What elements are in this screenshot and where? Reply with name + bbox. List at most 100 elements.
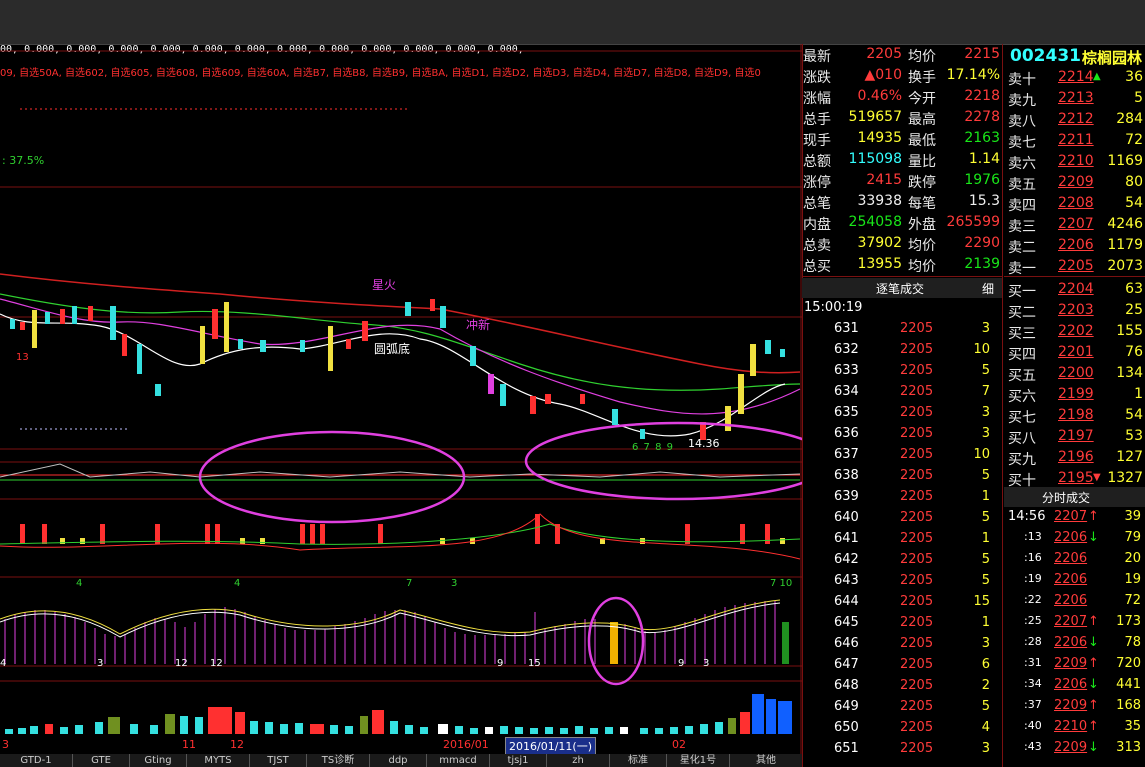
minute-price: 2210 bbox=[1054, 719, 1088, 734]
tick-index: 641 bbox=[834, 531, 859, 546]
book-level-label: 买一 bbox=[1008, 284, 1036, 300]
tick-price: 2205 bbox=[900, 405, 934, 420]
tick-volume: 1 bbox=[981, 531, 990, 546]
tab-ts-diagnosis[interactable]: TS诊断 bbox=[307, 754, 370, 767]
book-volume: 36 bbox=[1125, 69, 1143, 85]
date-label-02: 02 bbox=[672, 738, 686, 751]
bid-row[interactable]: 买七 2198 54 bbox=[1004, 407, 1145, 428]
tick-price: 2205 bbox=[900, 363, 934, 378]
tab-myts[interactable]: MYTS bbox=[187, 754, 250, 767]
book-volume: 1169 bbox=[1107, 153, 1143, 169]
tab-tjst[interactable]: TJST bbox=[250, 754, 307, 767]
ask-row[interactable]: 卖三 2207 4246 bbox=[1004, 216, 1145, 237]
tick-time: 15:00:19 bbox=[804, 300, 863, 315]
book-level-label: 卖七 bbox=[1008, 135, 1036, 151]
bid-row[interactable]: 买六 2199 1 bbox=[1004, 386, 1145, 407]
bid-row[interactable]: 买一 2204 63 bbox=[1004, 281, 1145, 302]
tab-zh[interactable]: zh bbox=[547, 754, 610, 767]
stat-value: ▲010 bbox=[864, 67, 903, 83]
minute-time: :31 bbox=[1024, 656, 1042, 669]
date-selected[interactable]: 2016/01/11(一) bbox=[505, 737, 596, 755]
book-level-label: 卖十 bbox=[1008, 72, 1036, 88]
osc-label-5: 7 10 bbox=[770, 578, 793, 589]
stat-value: 14935 bbox=[857, 130, 902, 146]
minute-direction: ↓ bbox=[1088, 635, 1099, 650]
stat-label: 涨停 bbox=[803, 175, 831, 191]
book-volume: 76 bbox=[1125, 344, 1143, 360]
stat-label: 现手 bbox=[803, 133, 831, 149]
tick-volume: 6 bbox=[981, 657, 990, 672]
stat-value: 265599 bbox=[946, 214, 1000, 230]
book-level-label: 卖四 bbox=[1008, 198, 1036, 214]
stat-value: 33938 bbox=[857, 193, 902, 209]
stat-value: 2278 bbox=[964, 109, 1000, 125]
bid-row[interactable]: 买八 2197 53 bbox=[1004, 428, 1145, 449]
tick-detail-button[interactable]: 细 bbox=[982, 280, 994, 297]
title-bar bbox=[0, 0, 1145, 45]
tick-price: 2205 bbox=[900, 699, 934, 714]
book-volume: 1179 bbox=[1107, 237, 1143, 253]
ask-row[interactable]: 卖二 2206 1179 bbox=[1004, 237, 1145, 258]
minute-time: :22 bbox=[1024, 593, 1042, 606]
tab-gting[interactable]: Gting bbox=[130, 754, 187, 767]
stat-label: 总额 bbox=[803, 154, 831, 170]
tab-gtd1[interactable]: GTD-1 bbox=[0, 754, 73, 767]
minute-price: 2206 bbox=[1054, 551, 1088, 566]
minute-time: :28 bbox=[1024, 635, 1042, 648]
tick-price: 2205 bbox=[900, 342, 934, 357]
tick-volume: 5 bbox=[981, 468, 990, 483]
minute-header: 分时成交 bbox=[1004, 487, 1145, 507]
book-level-label: 卖九 bbox=[1008, 93, 1036, 109]
tick-row: 646 2205 3 bbox=[802, 636, 1002, 657]
ask-row[interactable]: 卖一 2205 2073 bbox=[1004, 258, 1145, 279]
osc-bottom-label-1: 4 bbox=[0, 658, 7, 669]
breakout-label: 冲新 bbox=[466, 318, 491, 332]
stat-row: 涨跌 ▲010 换手 17.14% bbox=[802, 67, 1002, 88]
tick-row: 635 2205 3 bbox=[802, 405, 1002, 426]
tick-header-title: 逐笔成交 bbox=[876, 282, 925, 296]
tick-index: 639 bbox=[834, 489, 859, 504]
bid-row[interactable]: 买五 2200 134 bbox=[1004, 365, 1145, 386]
stat-label: 均价 bbox=[908, 49, 936, 65]
stat-label: 最低 bbox=[908, 133, 936, 149]
book-level-label: 买七 bbox=[1008, 410, 1036, 426]
tab-tjsj1[interactable]: tjsj1 bbox=[490, 754, 547, 767]
tick-price: 2205 bbox=[900, 384, 934, 399]
minute-trade-row: :25 2207 ↑ 173 bbox=[1004, 614, 1145, 635]
minute-trade-row: :28 2206 ↓ 78 bbox=[1004, 635, 1145, 656]
bid-row[interactable]: 买九 2196 127 bbox=[1004, 449, 1145, 470]
stat-value: 2205 bbox=[866, 46, 902, 62]
book-volume: 72 bbox=[1125, 132, 1143, 148]
tick-row: 633 2205 5 bbox=[802, 363, 1002, 384]
stat-value: 2163 bbox=[964, 130, 1000, 146]
ask-row[interactable]: 卖五 2209 80 bbox=[1004, 174, 1145, 195]
ask-row[interactable]: 卖七 2211 72 bbox=[1004, 132, 1145, 153]
bid-row[interactable]: 买三 2202 155 bbox=[1004, 323, 1145, 344]
tick-index: 632 bbox=[834, 342, 859, 357]
tab-ddp[interactable]: ddp bbox=[370, 754, 427, 767]
bid-row[interactable]: 买二 2203 25 bbox=[1004, 302, 1145, 323]
tick-index: 636 bbox=[834, 426, 859, 441]
stat-label: 换手 bbox=[908, 70, 936, 86]
ask-row[interactable]: 卖十 2214 ▲ 36 bbox=[1004, 69, 1145, 90]
bid-row[interactable]: 买四 2201 76 bbox=[1004, 344, 1145, 365]
tab-mmacd[interactable]: mmacd bbox=[427, 754, 490, 767]
ask-row[interactable]: 卖四 2208 54 bbox=[1004, 195, 1145, 216]
quote-panel: 最新 2205 均价 2215 涨跌 ▲010 换手 17.14% 涨幅 0.46% 今开 2218 总… bbox=[802, 44, 1145, 767]
tick-row: 636 2205 3 bbox=[802, 426, 1002, 447]
ask-row[interactable]: 卖六 2210 1169 bbox=[1004, 153, 1145, 174]
tab-gte[interactable]: GTE bbox=[73, 754, 130, 767]
ask-row[interactable]: 卖九 2213 5 bbox=[1004, 90, 1145, 111]
book-level-label: 卖六 bbox=[1008, 156, 1036, 172]
minute-trade-row: :22 2206 72 bbox=[1004, 593, 1145, 614]
book-price: 2201 bbox=[1058, 344, 1094, 360]
kline-chart-area[interactable]: 00, 0.000, 0.000, 0.000, 0.000, 0.000, 0… bbox=[0, 44, 802, 767]
stat-label: 每笔 bbox=[908, 196, 936, 212]
tab-other[interactable]: 其他 bbox=[730, 754, 802, 767]
tab-standard[interactable]: 标准 bbox=[610, 754, 667, 767]
chart-canvas bbox=[0, 44, 802, 754]
tab-xinghua1[interactable]: 星化1号 bbox=[667, 754, 730, 767]
stat-row: 内盘 254058 外盘 265599 bbox=[802, 214, 1002, 235]
ask-row[interactable]: 卖八 2212 284 bbox=[1004, 111, 1145, 132]
book-price: 2212 bbox=[1058, 111, 1094, 127]
